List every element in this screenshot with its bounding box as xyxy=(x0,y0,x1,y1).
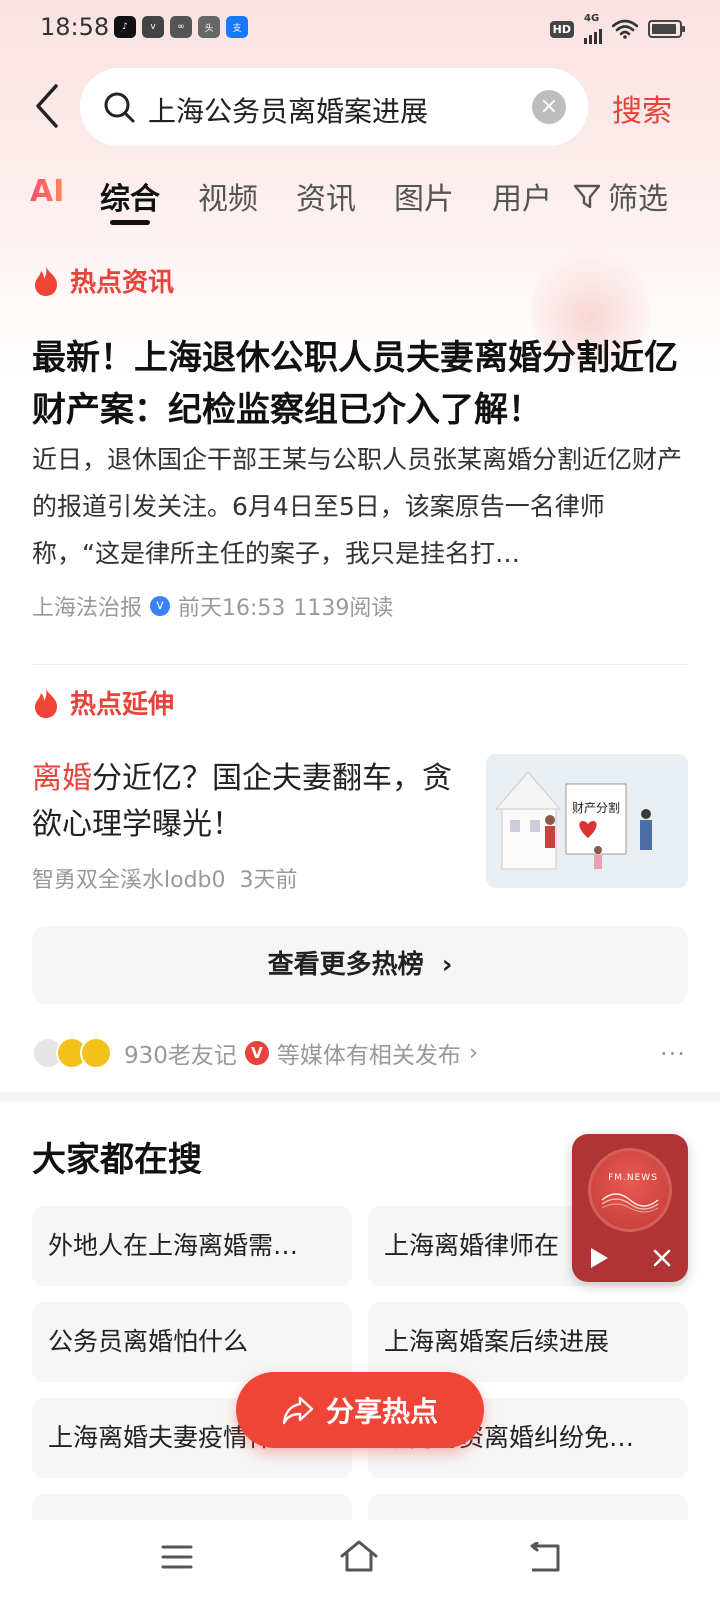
tab-video[interactable]: 视频 xyxy=(198,174,258,218)
search-query[interactable]: 上海公务员离婚案进展 xyxy=(148,90,428,130)
property-division-illustration: 财产分割 xyxy=(486,754,688,888)
battery-level xyxy=(652,24,676,34)
wifi-icon xyxy=(612,19,638,39)
player-cover: FM.NEWS xyxy=(588,1148,672,1232)
tab-comprehensive[interactable]: 综合 xyxy=(100,174,160,218)
extension-author[interactable]: 智勇双全溪水lodb0 xyxy=(32,868,226,893)
hot-news-header: 热点资讯 xyxy=(32,262,174,299)
result-tabs: AI 综合 视频 资讯 图片 用户 筛选 xyxy=(0,168,720,228)
news-source[interactable]: 上海法治报 xyxy=(32,590,142,622)
search-input[interactable]: 上海公务员离婚案进展 × xyxy=(80,68,588,146)
home-icon[interactable] xyxy=(338,1538,380,1574)
active-tab-indicator xyxy=(110,220,150,225)
network-type: 4G xyxy=(584,13,600,24)
extension-article-meta: 智勇双全溪水lodb0 3天前 xyxy=(32,862,298,894)
close-icon[interactable] xyxy=(652,1248,672,1268)
status-bar: 18:58 ♪ v ∞ 头 支 HD 4G xyxy=(0,0,720,56)
chevron-left-icon xyxy=(36,84,58,128)
more-options-icon[interactable]: ··· xyxy=(660,1040,686,1068)
back-nav-icon[interactable] xyxy=(528,1542,562,1574)
vivo-icon: v xyxy=(142,16,164,38)
extension-thumbnail[interactable]: 财产分割 xyxy=(486,754,688,888)
verified-icon: v xyxy=(150,596,171,616)
tab-news[interactable]: 资讯 xyxy=(296,174,356,218)
tab-users[interactable]: 用户 xyxy=(492,174,552,218)
tab-images[interactable]: 图片 xyxy=(394,174,454,218)
hd-icon: HD xyxy=(549,20,574,38)
share-label: 分享热点 xyxy=(325,1395,438,1428)
media-name: 930老友记 xyxy=(124,1043,237,1069)
title-rest: 分近亿？国企夫妻翻车，贪欲心理学曝光！ xyxy=(32,761,452,842)
media-avatars xyxy=(32,1037,112,1069)
battery-icon xyxy=(648,20,685,38)
filter-icon xyxy=(573,184,601,209)
news-time: 前天16:53 xyxy=(178,596,286,621)
extension-article-title[interactable]: 离婚分近亿？国企夫妻翻车，贪欲心理学曝光！ xyxy=(32,756,452,848)
soundwave-icon xyxy=(601,1193,659,1213)
status-indicators: HD 4G xyxy=(549,14,685,44)
search-submit-button[interactable]: 搜索 xyxy=(612,86,672,130)
related-media-row[interactable]: 930老友记 V 等媒体有相关发布 › xyxy=(32,1036,478,1070)
alipay-icon: 支 xyxy=(226,16,248,38)
view-more-hot-button[interactable]: 查看更多热榜 › xyxy=(32,926,688,1004)
extension-time: 3天前 xyxy=(239,868,298,893)
news-reads: 1139阅读 xyxy=(293,596,394,621)
thumb-caption: 财产分割 xyxy=(572,800,620,815)
system-nav-bar xyxy=(0,1520,720,1600)
divider xyxy=(32,664,688,665)
title-highlight: 离婚 xyxy=(32,761,92,796)
link-icon: ∞ xyxy=(170,16,192,38)
news-summary[interactable]: 近日，退休国企干部王某与公职人员张某离婚分割近亿财产的报道引发关注。6月4日至5… xyxy=(32,436,682,577)
view-more-label: 查看更多热榜 xyxy=(267,950,424,980)
news-headline[interactable]: 最新！上海退休公职人员夫妻离婚分割近亿财产案：纪检监察组已介入了解！ xyxy=(32,332,682,436)
hot-news-label: 热点资讯 xyxy=(70,268,175,298)
chevron-right-icon: › xyxy=(432,950,453,980)
play-icon[interactable] xyxy=(588,1246,610,1270)
related-search-item[interactable]: 外地人在上海离婚需… xyxy=(32,1206,352,1286)
flame-icon xyxy=(35,687,58,718)
filter-button[interactable]: 筛选 xyxy=(572,174,668,218)
hot-extension-header: 热点延伸 xyxy=(32,684,174,721)
status-notification-icons: ♪ v ∞ 头 支 xyxy=(114,16,248,38)
flame-icon xyxy=(35,265,58,296)
floating-audio-player[interactable]: FM.NEWS xyxy=(572,1134,688,1282)
related-search-item[interactable]: 上海离婚案后续进展 xyxy=(368,1302,688,1382)
media-suffix: 等媒体有相关发布 xyxy=(276,1043,461,1069)
clear-search-button[interactable]: × xyxy=(532,90,566,124)
toutiao-icon: 头 xyxy=(198,16,220,38)
chevron-right-icon: › xyxy=(468,1040,479,1066)
share-hot-button[interactable]: 分享热点 xyxy=(236,1372,484,1448)
tab-ai[interactable]: AI xyxy=(30,174,64,209)
filter-label: 筛选 xyxy=(608,182,668,217)
search-icon xyxy=(104,92,135,123)
back-button[interactable] xyxy=(30,82,70,132)
menu-icon[interactable] xyxy=(160,1542,194,1572)
related-search-item[interactable]: 公务员离婚怕什么 xyxy=(32,1302,352,1382)
news-meta: 上海法治报 v 前天16:53 1139阅读 xyxy=(32,590,393,622)
hot-extension-label: 热点延伸 xyxy=(70,690,175,720)
section-separator xyxy=(0,1092,720,1102)
cell-signal-icon: 4G xyxy=(584,14,602,44)
status-time: 18:58 xyxy=(40,13,110,41)
share-icon xyxy=(282,1396,314,1425)
tiktok-icon: ♪ xyxy=(114,16,136,38)
verified-v-icon: V xyxy=(244,1041,269,1065)
avatar xyxy=(80,1037,112,1069)
everyone-searching-title: 大家都在搜 xyxy=(32,1140,202,1180)
